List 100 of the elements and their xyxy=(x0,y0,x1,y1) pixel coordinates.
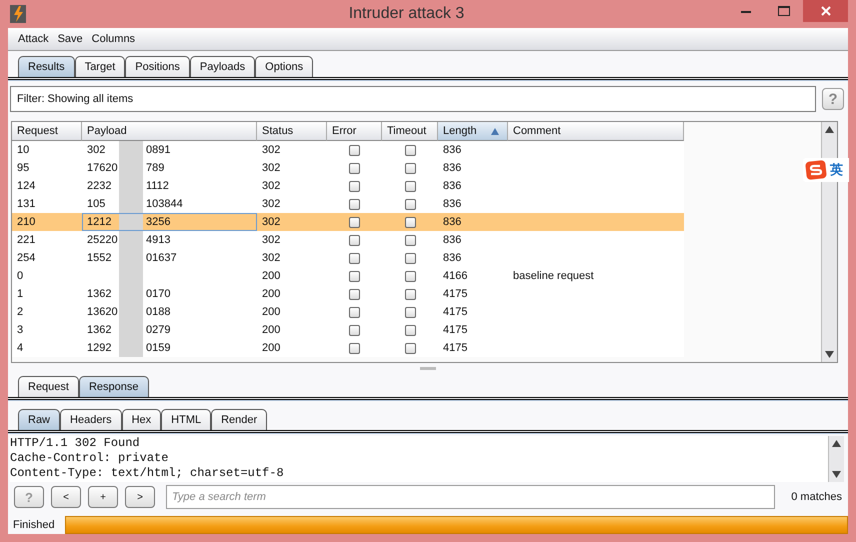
table-cell-text: 302 xyxy=(261,215,282,230)
table-cell-text: 200 xyxy=(261,341,282,356)
tab[interactable]: Render xyxy=(211,409,268,430)
checkbox[interactable] xyxy=(349,288,360,300)
checkbox[interactable] xyxy=(349,306,360,318)
checkbox[interactable] xyxy=(349,198,360,210)
table-row[interactable]: 221 25220 4913 302 836 xyxy=(12,231,684,249)
table-cell: 4913 xyxy=(146,234,170,246)
checkbox[interactable] xyxy=(349,162,360,174)
tab[interactable]: Payloads xyxy=(190,56,256,77)
checkbox[interactable] xyxy=(404,162,416,174)
checkbox[interactable] xyxy=(404,198,416,210)
search-nav-button[interactable]: < xyxy=(51,486,81,508)
tab[interactable]: Results xyxy=(18,56,75,77)
checkbox[interactable] xyxy=(349,144,360,156)
table-cell-text: 4175 xyxy=(442,341,468,356)
table-row[interactable]: 124 2232 1112 302 836 xyxy=(12,177,684,195)
table-cell-text: 302 xyxy=(261,197,282,212)
checkbox[interactable] xyxy=(404,180,416,192)
table-cell: 103844 xyxy=(146,198,183,210)
scroll-down-icon[interactable] xyxy=(825,351,834,358)
search-nav-button[interactable]: + xyxy=(88,486,118,508)
table-cell-text: 254 xyxy=(16,251,36,266)
checkbox[interactable] xyxy=(404,288,416,300)
column-header[interactable]: Timeout xyxy=(382,122,438,141)
table-cell-text: 836 xyxy=(442,179,462,194)
checkbox[interactable] xyxy=(404,306,416,318)
window-title: Intruder attack 3 xyxy=(348,5,466,23)
close-button[interactable] xyxy=(803,0,848,22)
checkbox[interactable] xyxy=(404,342,416,354)
table-row[interactable]: 10 302 0891 302 836 xyxy=(12,141,684,159)
checkbox[interactable] xyxy=(404,234,416,246)
table-cell-text: 302 xyxy=(261,251,282,266)
tab[interactable]: HTML xyxy=(161,409,212,430)
maximize-icon[interactable] xyxy=(778,6,790,16)
tab[interactable]: Hex xyxy=(122,409,162,430)
scroll-down-icon[interactable] xyxy=(832,471,841,478)
table-cell: 25220 xyxy=(87,234,119,246)
column-header[interactable]: Length xyxy=(438,122,508,141)
filter-bar[interactable]: Filter: Showing all items xyxy=(10,86,816,112)
search-field[interactable]: Type a search term xyxy=(166,485,775,509)
search-nav-button[interactable]: > xyxy=(125,486,155,508)
table-row[interactable]: 3 1362 0279 200 4175 xyxy=(12,321,684,339)
scroll-up-icon[interactable] xyxy=(832,440,841,447)
tab[interactable]: Headers xyxy=(60,409,122,430)
menu-item[interactable]: Save xyxy=(58,33,83,45)
splitter-grip-icon[interactable] xyxy=(420,366,436,370)
checkbox[interactable] xyxy=(349,342,360,354)
checkbox[interactable] xyxy=(404,270,416,282)
menu-item[interactable]: Columns xyxy=(92,33,136,45)
table-row[interactable]: 254 1552 01637 302 836 xyxy=(12,249,684,267)
table-row[interactable]: 2 13620 0188 200 4175 xyxy=(12,303,684,321)
redaction-mark xyxy=(119,141,143,159)
checkbox[interactable] xyxy=(349,252,360,264)
redaction-mark xyxy=(119,231,143,249)
column-header[interactable]: Payload xyxy=(82,122,257,141)
table-row[interactable]: 95 17620 789 302 836 xyxy=(12,159,684,177)
table-row[interactable]: 210 1212 3256 302 836 xyxy=(12,213,684,231)
table-cell: 789 xyxy=(146,162,164,174)
table-cell: 3256 xyxy=(146,216,170,228)
table-cell-text: 4175 xyxy=(442,305,468,320)
table-cell-text: 200 xyxy=(261,323,282,338)
table-cell-text: 221 xyxy=(16,233,36,248)
checkbox[interactable] xyxy=(404,324,416,336)
tab[interactable]: Positions xyxy=(125,56,190,77)
tab[interactable]: Response xyxy=(78,376,149,397)
menu-item[interactable]: Attack xyxy=(18,33,49,45)
scroll-up-icon[interactable] xyxy=(825,126,834,133)
column-header[interactable]: Error xyxy=(327,122,382,141)
close-icon[interactable] xyxy=(820,6,830,16)
table-cell-text: 131 xyxy=(16,197,36,212)
table-row[interactable]: 4 1292 0159 200 4175 xyxy=(12,339,684,357)
tab[interactable]: Raw xyxy=(18,409,60,430)
column-header[interactable]: Status xyxy=(257,122,327,141)
checkbox[interactable] xyxy=(349,216,360,228)
checkbox[interactable] xyxy=(349,234,360,246)
table-row[interactable]: 0 200 4166 baseline request xyxy=(12,267,684,285)
column-header[interactable]: Request xyxy=(12,122,82,141)
column-header[interactable]: Comment xyxy=(508,122,684,141)
minimize-icon[interactable] xyxy=(741,10,751,12)
tab[interactable]: Request xyxy=(18,376,79,397)
redaction-mark xyxy=(119,195,143,213)
checkbox[interactable] xyxy=(404,216,416,228)
redaction-mark xyxy=(119,213,143,231)
tab[interactable]: Target xyxy=(74,56,126,77)
table-cell-text: 4175 xyxy=(442,323,468,338)
table-row[interactable]: 1 1362 0170 200 4175 xyxy=(12,285,684,303)
table-cell-text: 302 xyxy=(87,144,106,156)
table-cell-text: 1362 xyxy=(87,324,112,336)
checkbox[interactable] xyxy=(349,324,360,336)
table-cell-text: 1362 xyxy=(87,288,112,300)
checkbox[interactable] xyxy=(349,180,360,192)
scrollbar[interactable] xyxy=(828,436,844,482)
checkbox[interactable] xyxy=(349,270,360,282)
checkbox[interactable] xyxy=(404,252,416,264)
checkbox[interactable] xyxy=(404,144,416,156)
table-cell-text: 3 xyxy=(16,323,24,338)
tab[interactable]: Options xyxy=(255,56,314,77)
table-cell-text: 302 xyxy=(261,179,282,194)
table-row[interactable]: 131 105 103844 302 836 xyxy=(12,195,684,213)
